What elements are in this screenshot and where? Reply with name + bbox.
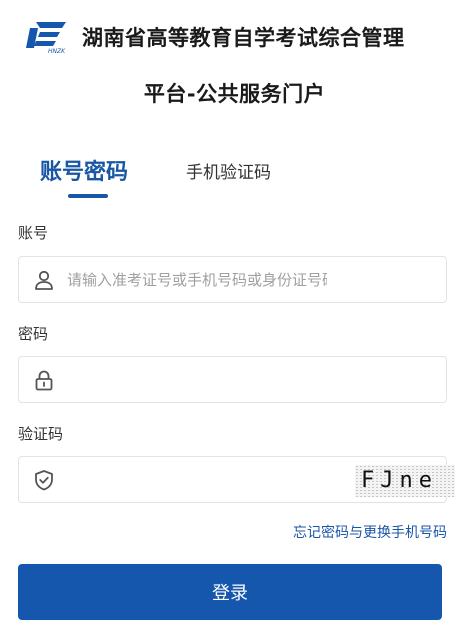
password-input[interactable] bbox=[67, 365, 327, 395]
captcha-label: 验证码 bbox=[18, 425, 64, 443]
user-icon bbox=[35, 270, 53, 290]
lock-icon bbox=[35, 370, 53, 391]
page-title-line2: 平台-公共服务门户 bbox=[143, 82, 326, 106]
svg-text:HNZK: HNZK bbox=[48, 48, 66, 54]
forgot-password-link[interactable]: 忘记密码与更换手机号码 bbox=[293, 522, 447, 542]
account-input[interactable] bbox=[67, 265, 327, 295]
header: HNZK 湖南省高等教育自学考试综合管理 平台-公共服务门户 bbox=[0, 0, 469, 120]
tab-account-password[interactable]: 账号密码 bbox=[40, 154, 128, 186]
shield-check-icon bbox=[35, 470, 53, 491]
captcha-text: FJne bbox=[361, 468, 438, 493]
account-field[interactable] bbox=[18, 256, 447, 303]
password-label: 密码 bbox=[18, 325, 49, 343]
login-button[interactable]: 登录 bbox=[18, 564, 442, 620]
captcha-image[interactable]: FJne bbox=[355, 465, 455, 497]
captcha-input[interactable] bbox=[67, 465, 337, 495]
password-field[interactable] bbox=[18, 356, 447, 403]
active-tab-indicator bbox=[68, 194, 108, 198]
page-title-line1: 湖南省高等教育自学考试综合管理 bbox=[82, 26, 405, 50]
hnzk-logo-icon: HNZK bbox=[26, 22, 66, 54]
captcha-field[interactable]: FJne bbox=[18, 456, 455, 503]
tab-phone-code[interactable]: 手机验证码 bbox=[186, 158, 271, 183]
account-label: 账号 bbox=[18, 224, 49, 242]
login-tabs: 账号密码 手机验证码 bbox=[0, 148, 469, 200]
